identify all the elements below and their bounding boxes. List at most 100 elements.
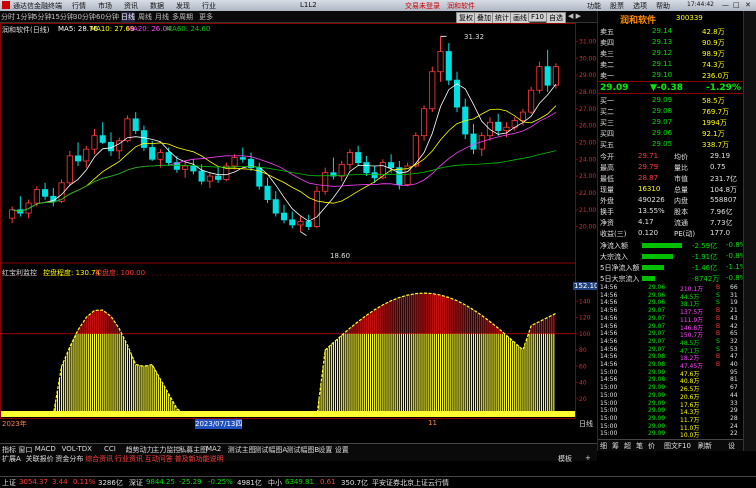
bottom-link[interactable]: 扩展A	[2, 454, 21, 464]
tab-price[interactable]: 价	[648, 441, 655, 451]
flow-value: -1.46亿	[692, 264, 718, 272]
tick-count: 43	[730, 314, 738, 322]
order-volume: 58.5万	[702, 97, 725, 105]
tab-5min[interactable]: 5分钟	[33, 12, 51, 22]
tab-monthly[interactable]: 月线	[155, 12, 169, 22]
indicator-tab[interactable]: MACD	[35, 445, 56, 453]
index-field: 9844.25	[146, 478, 175, 486]
tab-60min[interactable]: 60分钟	[96, 12, 119, 22]
login-notice[interactable]: 交易未登录	[405, 1, 440, 11]
tick-price: 29.08	[648, 353, 666, 361]
candle-body	[42, 189, 49, 197]
date-period-tag: 日线	[579, 420, 593, 428]
ask-row[interactable]: 卖三 29.12 98.9万	[598, 48, 744, 59]
candle-body	[25, 202, 32, 214]
add-tab-icon[interactable]: +	[585, 454, 591, 462]
ask-row[interactable]: 卖五 29.14 42.8万	[598, 26, 744, 37]
tab-settings[interactable]: 设	[728, 441, 735, 451]
candle-body	[66, 155, 73, 184]
menu-discover[interactable]: 发现	[176, 1, 190, 11]
tab-intraday[interactable]: 分时	[1, 12, 15, 22]
order-price: 29.07	[652, 118, 673, 126]
candle-body	[388, 162, 395, 169]
tab-multi-period[interactable]: 多周期	[172, 12, 193, 22]
quote-panel: 润和软件 300339 卖五 29.14 42.8万 卖四 29.13 90.9万 卖三 29…	[597, 11, 746, 451]
bottom-link[interactable]: 关联报价	[26, 454, 54, 464]
bottom-link[interactable]: 资金分布	[55, 454, 83, 464]
tab-detail[interactable]: 细	[600, 441, 607, 451]
maximize-icon[interactable]: □	[733, 1, 740, 9]
tab-1min[interactable]: 1分钟	[16, 12, 34, 22]
tab-trades[interactable]: 笔	[636, 441, 643, 451]
ind-tick-label: 100	[579, 331, 591, 338]
menu-function[interactable]: 功能	[587, 1, 601, 11]
tab-30min[interactable]: 30分钟	[73, 12, 96, 22]
side-scrollbar[interactable]	[743, 11, 756, 451]
bottom-link[interactable]: 综合资讯	[85, 454, 113, 464]
indicator-tab[interactable]: 设置	[335, 445, 349, 455]
menu-quote[interactable]: 行情	[72, 1, 86, 11]
bottom-link[interactable]: 普及新功能说明	[175, 454, 224, 464]
candle-body	[182, 165, 189, 170]
stat-value: 0.120	[638, 229, 659, 237]
candle-body	[264, 185, 271, 201]
close-icon[interactable]: ✕	[745, 1, 751, 9]
index-field: 3054.37	[19, 478, 48, 486]
bid-row[interactable]: 买三 29.07 1994万	[598, 117, 744, 128]
menu-industry[interactable]: 行业	[202, 1, 216, 11]
template-button[interactable]: 模板	[558, 454, 572, 464]
price-tick-label: 24.00	[579, 156, 596, 163]
menu-news[interactable]: 资讯	[124, 1, 138, 11]
clock: 17:44:42	[687, 1, 714, 8]
menu-options[interactable]: 选项	[633, 1, 647, 11]
price-summary: 29.09 ▼-0.38 -1.29%	[598, 81, 744, 94]
price-change-pct: -1.29%	[706, 83, 741, 93]
ask-row[interactable]: 卖一 29.10 236.0万	[598, 70, 744, 81]
bid-row[interactable]: 买一 29.09 58.5万	[598, 95, 744, 106]
bottom-link[interactable]: 行业资讯	[115, 454, 143, 464]
bid-row[interactable]: 买四 29.06 92.1万	[598, 128, 744, 139]
menu-help[interactable]: 帮助	[656, 1, 670, 11]
stat-label: 外盘	[600, 197, 614, 205]
menu-market[interactable]: 市场	[98, 1, 112, 11]
flow-label: 大宗流入	[600, 253, 628, 261]
indicator-tab[interactable]: 设置	[318, 445, 332, 455]
chart-area[interactable]: 31.00 30.00 29.00 28.00 27.00 26.00 25.00 24.00…	[0, 23, 600, 443]
tab-weekly[interactable]: 周线	[138, 12, 152, 22]
tab-more[interactable]: 更多	[199, 12, 213, 22]
indicator-tab[interactable]: 测试幅图A	[254, 445, 287, 455]
order-price: 29.13	[652, 38, 673, 46]
candle-body	[132, 118, 139, 132]
stat-label: PE(动)	[674, 230, 696, 238]
tab-daily[interactable]: 日线	[121, 12, 135, 22]
nav-arrows-icon[interactable]: ◀ ▶	[568, 12, 581, 20]
menu-stock[interactable]: 股票	[610, 1, 624, 11]
tab-super[interactable]: 超	[624, 441, 631, 451]
bid-row[interactable]: 买二 29.08 769.7万	[598, 106, 744, 117]
tab-refresh[interactable]: 刷新	[698, 441, 712, 451]
bid-row[interactable]: 买五 29.05 338.7万	[598, 139, 744, 150]
indicator-tab[interactable]: 测试主图	[228, 445, 256, 455]
ask-row[interactable]: 卖二 29.11 74.3万	[598, 59, 744, 70]
ask-row[interactable]: 卖四 29.13 90.9万	[598, 37, 744, 48]
stat-value: 13.55%	[638, 207, 665, 215]
tick-price: 29.07	[648, 345, 666, 353]
indicator-tab[interactable]: VOL-TDX	[62, 445, 92, 453]
kline-chart[interactable]: 31.00 30.00 29.00 28.00 27.00 26.00 25.00 24.00…	[0, 23, 597, 443]
menu-l1l2[interactable]: L1L2	[300, 1, 317, 9]
tab-15min[interactable]: 15分钟	[51, 12, 74, 22]
indicator-tab[interactable]: 测试幅图B	[286, 445, 319, 455]
menu-data[interactable]: 数据	[150, 1, 164, 11]
candle-body	[470, 133, 477, 150]
ind-tick-label: 120	[579, 315, 591, 322]
tick-time: 15:00	[600, 422, 618, 430]
indicator-tab[interactable]: MA2	[206, 445, 221, 453]
tab-chips[interactable]: 筹	[612, 441, 619, 451]
low-marker	[300, 231, 307, 237]
minimize-icon[interactable]: —	[722, 1, 729, 9]
tab-f10[interactable]: 图文F10	[664, 441, 691, 451]
price-tick-label: 31.00	[579, 38, 596, 45]
bottom-link[interactable]: 互动问答	[145, 454, 173, 464]
indicator-tab[interactable]: CCI	[104, 445, 116, 453]
f10-button[interactable]: F10	[528, 12, 547, 22]
